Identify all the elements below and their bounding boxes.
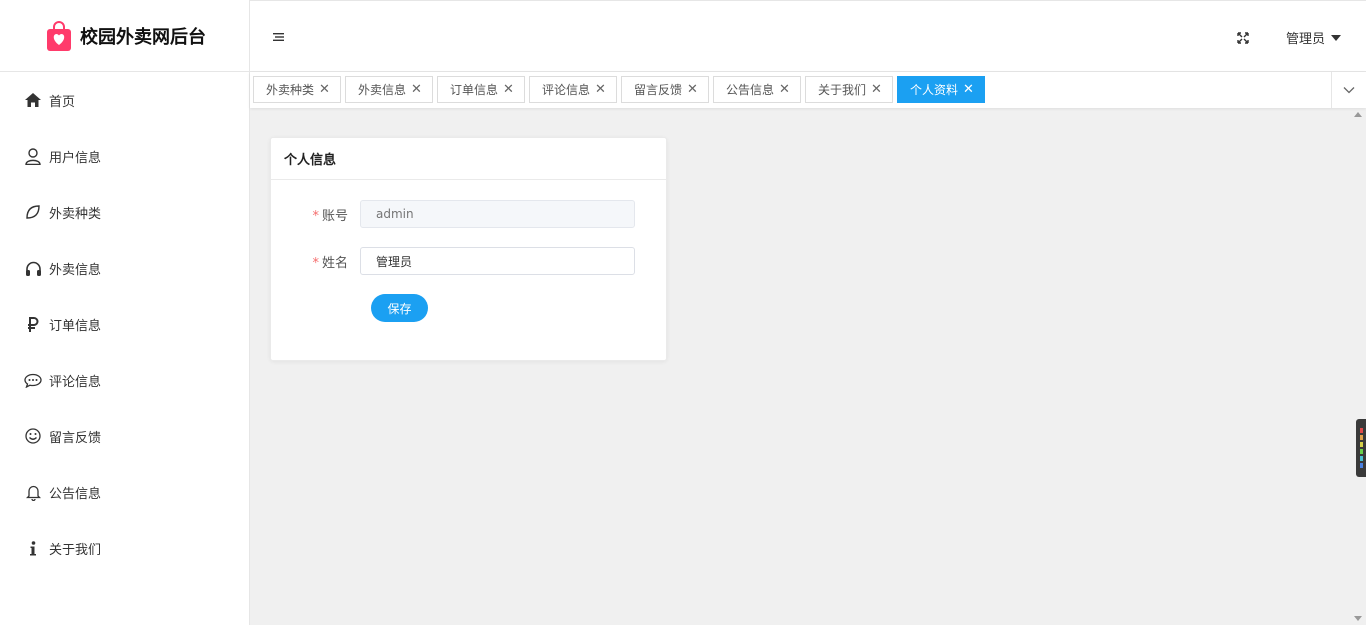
save-button[interactable]: 保存 — [371, 294, 428, 322]
side-widget[interactable] — [1356, 419, 1366, 477]
top-header: 管理员 — [250, 0, 1366, 72]
app-title: 校园外卖网后台 — [80, 26, 206, 48]
sidebar-item-users[interactable]: 用户信息 — [0, 128, 249, 184]
name-input[interactable] — [360, 247, 635, 275]
tab-feedback[interactable]: 留言反馈 ✕ — [621, 76, 709, 103]
shopping-bag-heart-icon — [46, 20, 72, 52]
widget-bar — [1359, 449, 1363, 454]
user-name: 管理员 — [1286, 32, 1326, 47]
sidebar-item-food-category[interactable]: 外卖种类 — [0, 184, 249, 240]
sidebar-item-home[interactable]: 首页 — [0, 72, 249, 128]
sidebar-item-comments[interactable]: 评论信息 — [0, 352, 249, 408]
tab-label: 评论信息 — [542, 83, 591, 97]
scroll-down-arrow-icon[interactable] — [1354, 616, 1362, 621]
caret-down-icon — [1331, 34, 1342, 41]
tab-label: 留言反馈 — [634, 83, 683, 97]
sidebar-item-label: 外卖信息 — [49, 262, 102, 278]
account-label: * 账号 — [271, 205, 360, 224]
tab-label: 外卖种类 — [266, 83, 315, 97]
scroll-up-arrow-icon[interactable] — [1354, 112, 1362, 117]
sidebar-item-label: 关于我们 — [49, 542, 102, 558]
fullscreen-icon[interactable] — [1236, 31, 1250, 45]
tab-label: 关于我们 — [818, 83, 867, 97]
name-label: * 姓名 — [271, 252, 360, 271]
sidebar-item-label: 首页 — [49, 94, 76, 110]
tab-bar: 外卖种类 ✕ 外卖信息 ✕ 订单信息 ✕ 评论信息 ✕ 留言反馈 ✕ 公告信息 … — [250, 72, 1366, 108]
tab-profile[interactable]: 个人资料 ✕ — [897, 76, 985, 103]
sidebar-item-notices[interactable]: 公告信息 — [0, 464, 249, 520]
bell-icon — [24, 483, 42, 501]
tab-notices[interactable]: 公告信息 ✕ — [713, 76, 801, 103]
sidebar-item-label: 公告信息 — [49, 486, 102, 502]
profile-card: 个人信息 *账号 *姓名 保存 — [270, 137, 667, 361]
tab-food-info[interactable]: 外卖信息 ✕ — [345, 76, 433, 103]
user-dropdown[interactable]: 管理员 — [1286, 28, 1342, 47]
name-label-text: 姓名 — [321, 255, 348, 271]
sidebar-menu: 首页 用户信息 外卖种类 外卖信息 订单信息 评论信息 留言反馈 公告信息 关于… — [0, 72, 249, 576]
home-icon — [24, 91, 42, 109]
widget-bar — [1359, 463, 1363, 468]
account-label-text: 账号 — [321, 208, 348, 224]
sidebar-item-feedback[interactable]: 留言反馈 — [0, 408, 249, 464]
required-mark: * — [312, 208, 319, 224]
menu-toggle-icon[interactable] — [272, 30, 286, 44]
sidebar-item-label: 评论信息 — [49, 374, 102, 390]
name-row: * 姓名 — [271, 247, 635, 275]
chat-icon — [24, 371, 42, 389]
close-icon[interactable]: ✕ — [963, 82, 974, 97]
account-row: * 账号 — [271, 200, 635, 228]
smile-icon — [24, 427, 42, 445]
widget-bar — [1359, 435, 1363, 440]
headphones-icon — [24, 259, 42, 277]
chevron-down-icon — [1343, 87, 1355, 94]
info-icon — [24, 539, 42, 557]
tab-orders[interactable]: 订单信息 ✕ — [437, 76, 525, 103]
required-mark: * — [312, 255, 319, 271]
sidebar-item-label: 留言反馈 — [49, 430, 102, 446]
tab-comments[interactable]: 评论信息 ✕ — [529, 76, 617, 103]
leaf-icon — [24, 203, 42, 221]
close-icon[interactable]: ✕ — [319, 82, 330, 97]
sidebar-item-label: 外卖种类 — [49, 206, 102, 222]
tab-food-category[interactable]: 外卖种类 ✕ — [253, 76, 341, 103]
sidebar: 校园外卖网后台 首页 用户信息 外卖种类 外卖信息 订单信息 评论信息 留言反馈… — [0, 0, 250, 625]
sidebar-item-label: 用户信息 — [49, 150, 102, 166]
card-title: 个人信息 — [271, 138, 666, 180]
sidebar-item-orders[interactable]: 订单信息 — [0, 296, 249, 352]
close-icon[interactable]: ✕ — [779, 82, 790, 97]
sidebar-item-food-info[interactable]: 外卖信息 — [0, 240, 249, 296]
tab-label: 外卖信息 — [358, 83, 407, 97]
widget-bar — [1359, 456, 1363, 461]
sidebar-item-about[interactable]: 关于我们 — [0, 520, 249, 576]
tab-label: 个人资料 — [910, 83, 959, 97]
tab-about[interactable]: 关于我们 ✕ — [805, 76, 893, 103]
close-icon[interactable]: ✕ — [595, 82, 606, 97]
logo[interactable]: 校园外卖网后台 — [0, 0, 249, 72]
close-icon[interactable]: ✕ — [871, 82, 882, 97]
close-icon[interactable]: ✕ — [411, 82, 422, 97]
ruble-icon — [24, 315, 42, 333]
tab-label: 公告信息 — [726, 83, 775, 97]
widget-bar — [1359, 442, 1363, 447]
close-icon[interactable]: ✕ — [687, 82, 698, 97]
tab-label: 订单信息 — [450, 83, 499, 97]
user-icon — [24, 147, 42, 165]
widget-bar — [1359, 428, 1363, 433]
tabs-more-button[interactable] — [1331, 72, 1366, 108]
close-icon[interactable]: ✕ — [503, 82, 514, 97]
sidebar-item-label: 订单信息 — [49, 318, 102, 334]
account-input[interactable] — [360, 200, 635, 228]
